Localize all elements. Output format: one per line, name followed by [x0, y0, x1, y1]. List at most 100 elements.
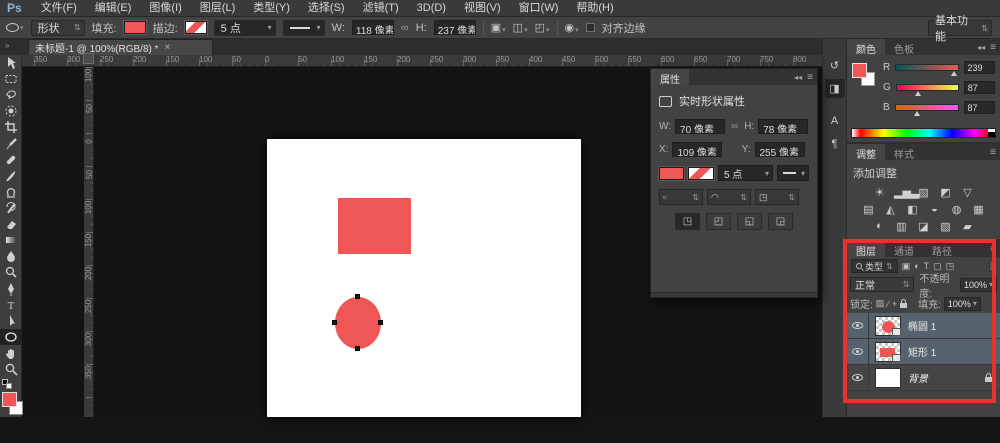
stroke-width-select[interactable]: 5 点 ▾	[717, 165, 773, 181]
spot-healing-brush-tool[interactable]	[0, 152, 22, 168]
hue-saturation-icon[interactable]: ▤	[861, 203, 876, 216]
red-value-input[interactable]: 239	[963, 61, 995, 74]
stroke-width-select[interactable]: 5 点 ▾	[213, 19, 276, 36]
path-op-combine-button[interactable]: ◳	[675, 213, 700, 230]
toolbar-collapse-icon[interactable]: »	[5, 41, 9, 50]
menu-item[interactable]: 帮助(H)	[567, 0, 622, 17]
menu-item[interactable]: 图像(I)	[140, 0, 190, 17]
pen-tool[interactable]	[0, 281, 22, 297]
green-value-input[interactable]: 87	[963, 81, 995, 94]
levels-icon[interactable]: ▂▅▃	[894, 186, 919, 199]
ellipse-anchor-left[interactable]	[332, 320, 337, 325]
collapse-panel-icon[interactable]: ◂◂	[794, 73, 802, 82]
gradient-map-icon[interactable]: ▰	[960, 220, 975, 233]
ellipse-anchor-right[interactable]	[378, 320, 383, 325]
history-brush-tool[interactable]	[0, 200, 22, 216]
path-op-intersect-button[interactable]: ◱	[737, 213, 762, 230]
eyedropper-tool[interactable]	[0, 136, 22, 152]
slider-thumb[interactable]	[914, 111, 921, 116]
type-tool[interactable]: T	[0, 297, 22, 313]
lasso-tool[interactable]	[0, 87, 22, 103]
menu-item[interactable]: 选择(S)	[299, 0, 354, 17]
color-spectrum-ramp[interactable]	[851, 128, 996, 138]
shape-x-input[interactable]: 109 像素	[672, 142, 723, 157]
red-slider[interactable]	[895, 64, 959, 76]
eye-icon[interactable]	[852, 322, 863, 329]
document-canvas[interactable]	[267, 139, 581, 417]
curves-icon[interactable]: ▨	[916, 186, 931, 199]
panel-menu-icon[interactable]: ≡	[990, 42, 996, 53]
layer-thumbnail[interactable]	[875, 315, 901, 336]
tool-mode-select[interactable]: 形状 ⇅	[30, 19, 85, 36]
menu-item[interactable]: 图层(L)	[191, 0, 244, 17]
ellipse-shape[interactable]	[335, 297, 381, 349]
eye-icon[interactable]	[852, 374, 863, 381]
tab-layers[interactable]: 图层	[847, 241, 885, 258]
zoom-tool[interactable]	[0, 361, 22, 377]
slider-thumb[interactable]	[914, 91, 921, 96]
menu-item[interactable]: 滤镜(T)	[354, 0, 408, 17]
path-op-exclude-button[interactable]: ◲	[768, 213, 793, 230]
foreground-color-swatch[interactable]	[852, 63, 867, 78]
visibility-cell[interactable]	[847, 339, 869, 364]
tab-styles[interactable]: 样式	[885, 144, 923, 161]
menu-item[interactable]: 文件(F)	[32, 0, 86, 17]
panel-menu-icon[interactable]: ≡	[990, 244, 996, 255]
stroke-align-select[interactable]: ▫ ⇅	[659, 189, 703, 205]
paragraph-panel-icon[interactable]: ¶	[825, 134, 845, 153]
layer-row-ellipse[interactable]: 椭圆 1	[847, 313, 1000, 339]
visibility-cell[interactable]	[847, 365, 869, 390]
slider-thumb[interactable]	[950, 71, 957, 76]
blend-mode-select[interactable]: 正常 ⇅	[850, 277, 915, 292]
filter-kind-select[interactable]: 类型 ⇅	[851, 259, 898, 273]
stroke-style-select[interactable]: ▾	[282, 19, 325, 36]
lock-position-icon[interactable]: +	[892, 299, 897, 309]
path-selection-tool[interactable]	[0, 313, 22, 329]
hand-tool[interactable]	[0, 345, 22, 361]
ellipse-tool[interactable]	[0, 328, 22, 345]
eraser-tool[interactable]	[0, 216, 22, 232]
invert-icon[interactable]: ◐	[872, 220, 887, 233]
foreground-color-swatch[interactable]	[1, 392, 17, 408]
layer-row-rectangle[interactable]: 矩形 1	[847, 339, 1000, 365]
green-slider[interactable]	[895, 84, 959, 96]
tool-preset-button[interactable]: ▾	[6, 23, 24, 32]
stroke-corner-select[interactable]: ◳ ⇅	[755, 189, 799, 205]
eye-icon[interactable]	[852, 348, 863, 355]
dodge-tool[interactable]	[0, 264, 22, 280]
stroke-style-select[interactable]: ▾	[776, 165, 809, 181]
path-arrangement-button[interactable]: ◰ ▾	[535, 21, 550, 34]
panel-resize-handle[interactable]	[651, 292, 817, 297]
align-edges-checkbox[interactable]	[585, 23, 595, 32]
tab-adjustments[interactable]: 调整	[847, 144, 885, 161]
link-dimensions-icon[interactable]: ∞	[401, 22, 409, 34]
color-lookup-icon[interactable]: ▦	[971, 203, 986, 216]
layer-thumbnail[interactable]	[875, 341, 901, 362]
selective-color-icon[interactable]: ▧	[938, 220, 953, 233]
fill-swatch[interactable]	[123, 21, 146, 34]
layer-row-background[interactable]: 背景	[847, 365, 1000, 391]
panel-menu-icon[interactable]: ≡	[990, 147, 996, 158]
exposure-icon[interactable]: ◩	[938, 186, 953, 199]
geometry-options-gear-button[interactable]: ◉ ▾	[565, 21, 579, 34]
link-dimensions-icon[interactable]: ∞	[729, 121, 740, 132]
shape-height-input[interactable]: 237 像素	[433, 20, 476, 35]
layer-name[interactable]: 背景	[908, 370, 928, 385]
tab-color[interactable]: 颜色	[847, 39, 885, 56]
lock-all-icon[interactable]	[900, 299, 908, 308]
visibility-cell[interactable]	[847, 313, 869, 338]
collapse-dock-icon[interactable]: ◂◂	[977, 43, 985, 52]
brush-tool[interactable]	[0, 168, 22, 184]
brightness-contrast-icon[interactable]: ☀	[872, 186, 887, 199]
blue-slider[interactable]	[895, 104, 959, 116]
tab-swatches[interactable]: 色板	[885, 39, 923, 56]
layer-name[interactable]: 椭圆 1	[908, 318, 936, 333]
black-white-icon[interactable]: ◧	[905, 203, 920, 216]
path-op-subtract-button[interactable]: ◰	[706, 213, 731, 230]
filter-pixel-layers-icon[interactable]: ▣	[902, 261, 911, 272]
clone-stamp-tool[interactable]	[0, 184, 22, 200]
ruler-origin-box[interactable]	[83, 53, 94, 64]
tab-paths[interactable]: 路径	[923, 241, 961, 258]
ellipse-anchor-bottom[interactable]	[355, 346, 360, 351]
character-panel-icon[interactable]: A	[825, 111, 845, 130]
